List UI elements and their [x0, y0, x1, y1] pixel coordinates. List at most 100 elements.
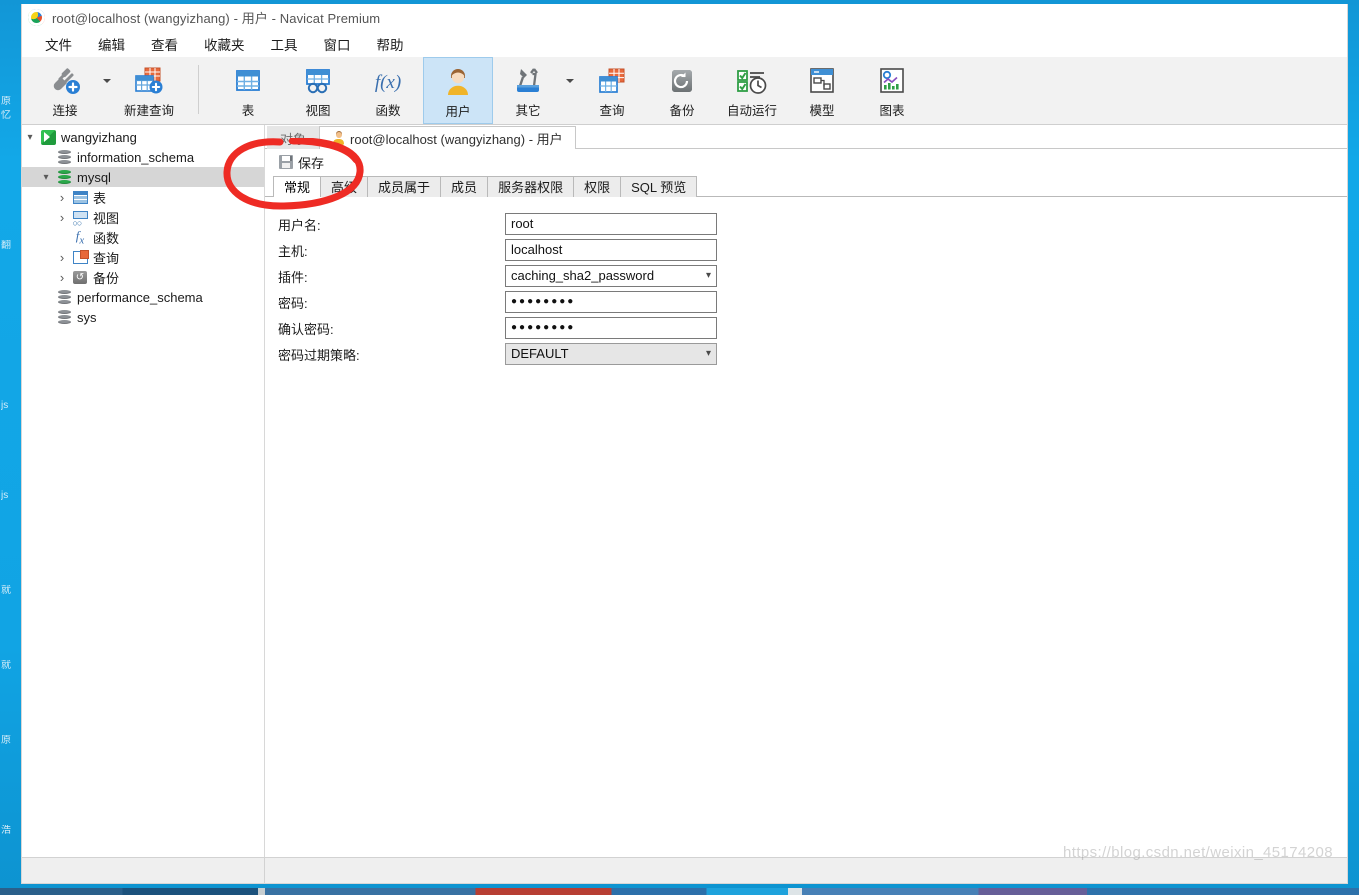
password-field[interactable]: ●●●●●●●●: [505, 291, 717, 313]
plugin-select[interactable]: caching_sha2_password ▾: [505, 265, 717, 287]
tree-node-functions[interactable]: fx 函数: [22, 227, 264, 247]
form-row-host: 主机: localhost: [275, 237, 1347, 263]
ribbon-button-model[interactable]: 模型: [787, 57, 857, 124]
ribbon-button-view[interactable]: 视图: [283, 57, 353, 124]
form-row-username: 用户名: root: [275, 211, 1347, 237]
ribbon-label: 新建查询: [123, 104, 174, 118]
password-expiry-value: DEFAULT: [511, 346, 569, 361]
save-icon: [279, 155, 293, 169]
menu-favorites[interactable]: 收藏夹: [191, 31, 258, 57]
chevron-down-icon[interactable]: [22, 132, 38, 143]
tree-label: sys: [77, 309, 97, 325]
ribbon-label: 函数: [375, 104, 401, 118]
ribbon-button-function[interactable]: f(x) 函数: [353, 57, 423, 124]
ribbon-label: 其它: [515, 104, 541, 118]
desktop-icon-label: 浩: [1, 825, 11, 836]
other-dropdown-caret[interactable]: [563, 57, 577, 124]
tree-node-views[interactable]: 视图: [22, 207, 264, 228]
ribbon-button-connection[interactable]: 连接: [30, 57, 100, 124]
menu-help[interactable]: 帮助: [364, 31, 417, 57]
ribbon-button-user[interactable]: 用户: [423, 57, 493, 124]
chevron-down-icon[interactable]: [38, 172, 54, 183]
plugin-value: caching_sha2_password: [511, 268, 655, 283]
tree-node-tables[interactable]: 表: [22, 187, 264, 207]
save-button[interactable]: 保存: [273, 151, 330, 174]
ribbon-separator: [198, 65, 199, 114]
database-icon: [54, 310, 74, 324]
editor-toolbar: 保存: [265, 149, 1347, 175]
desktop-icon-label: js: [1, 490, 9, 501]
other-tools-icon: [511, 63, 545, 99]
desktop-icon-label: 忆: [1, 110, 11, 121]
ribbon-button-chart[interactable]: 图表: [857, 57, 927, 124]
ribbon-button-new-query[interactable]: 新建查询: [114, 57, 184, 124]
host-field[interactable]: localhost: [505, 239, 717, 261]
desktop-icon-label: js: [1, 400, 9, 411]
ribbon-label: 模型: [809, 104, 835, 118]
form-row-plugin: 插件: caching_sha2_password ▾: [275, 263, 1347, 289]
ribbon-button-table[interactable]: 表: [213, 57, 283, 124]
password-expiry-label: 密码过期策略:: [278, 347, 360, 363]
menu-edit[interactable]: 编辑: [85, 31, 138, 57]
view-icon: [70, 210, 90, 228]
form-row-password: 密码: ●●●●●●●●: [275, 289, 1347, 315]
document-tab-strip: 对象 root@localhost (wangyizhang) - 用户: [265, 125, 1347, 149]
tree-node-information-schema[interactable]: information_schema: [22, 147, 264, 167]
confirm-password-label: 确认密码:: [278, 321, 334, 337]
chevron-right-icon[interactable]: [54, 190, 70, 205]
backup-icon: [70, 270, 90, 284]
sub-tab-server-privileges[interactable]: 服务器权限: [487, 176, 575, 197]
user-icon: [442, 64, 474, 100]
model-icon: [806, 63, 838, 99]
sub-tab-sql-preview[interactable]: SQL 预览: [620, 176, 698, 197]
tab-objects[interactable]: 对象: [267, 126, 320, 149]
sub-tab-advanced[interactable]: 高级: [320, 176, 369, 197]
database-icon: [54, 150, 74, 164]
ribbon-button-backup[interactable]: 备份: [647, 57, 717, 124]
database-green-icon: [54, 170, 74, 184]
tree-node-performance-schema[interactable]: performance_schema: [22, 287, 264, 307]
tree-node-mysql[interactable]: mysql: [22, 167, 264, 187]
function-icon: fx: [75, 227, 85, 247]
tree-node-wangyizhang[interactable]: wangyizhang: [22, 127, 264, 147]
ribbon-label: 备份: [669, 104, 695, 118]
ribbon-label: 查询: [599, 104, 625, 118]
connection-dropdown-caret[interactable]: [100, 57, 114, 124]
tree-node-queries[interactable]: 查询: [22, 247, 264, 267]
ribbon-button-automation[interactable]: 自动运行: [717, 57, 787, 124]
password-expiry-select[interactable]: DEFAULT ▾: [505, 343, 717, 365]
database-icon: [54, 290, 74, 304]
username-field[interactable]: root: [505, 213, 717, 235]
menu-window[interactable]: 窗口: [311, 31, 364, 57]
tree-label: mysql: [77, 169, 111, 185]
chevron-right-icon[interactable]: [54, 210, 70, 225]
connection-icon: [38, 129, 58, 145]
tree-label: wangyizhang: [61, 129, 137, 145]
tree-node-backups[interactable]: 备份: [22, 267, 264, 287]
function-icon: f(x): [372, 63, 404, 99]
sub-tab-member-of[interactable]: 成员属于: [367, 176, 442, 197]
backup-icon: [666, 63, 698, 99]
confirm-password-field[interactable]: ●●●●●●●●: [505, 317, 717, 339]
tree-label: information_schema: [77, 149, 195, 165]
desktop-icon-label: 就: [1, 660, 11, 671]
query-icon: [70, 249, 90, 264]
body-split: wangyizhang information_schema mysql 表 视…: [22, 125, 1347, 857]
table-icon: [232, 63, 264, 99]
ribbon-button-query[interactable]: 查询: [577, 57, 647, 124]
sub-tab-privileges[interactable]: 权限: [573, 176, 622, 197]
ribbon-button-other[interactable]: 其它: [493, 57, 563, 124]
sub-tab-members[interactable]: 成员: [440, 176, 489, 197]
chevron-right-icon[interactable]: [54, 250, 70, 265]
sub-tab-general[interactable]: 常规: [273, 176, 322, 197]
tab-user-editor[interactable]: root@localhost (wangyizhang) - 用户: [319, 126, 576, 149]
automation-icon: [735, 63, 769, 99]
password-label: 密码:: [278, 295, 308, 311]
menu-file[interactable]: 文件: [32, 31, 85, 57]
menu-tools[interactable]: 工具: [258, 31, 311, 57]
chevron-right-icon[interactable]: [54, 270, 70, 285]
object-tree-sidebar[interactable]: wangyizhang information_schema mysql 表 视…: [22, 125, 265, 857]
menu-bar: 文件 编辑 查看 收藏夹 工具 窗口 帮助: [22, 31, 1347, 57]
menu-view[interactable]: 查看: [138, 31, 191, 57]
tree-node-sys[interactable]: sys: [22, 307, 264, 327]
